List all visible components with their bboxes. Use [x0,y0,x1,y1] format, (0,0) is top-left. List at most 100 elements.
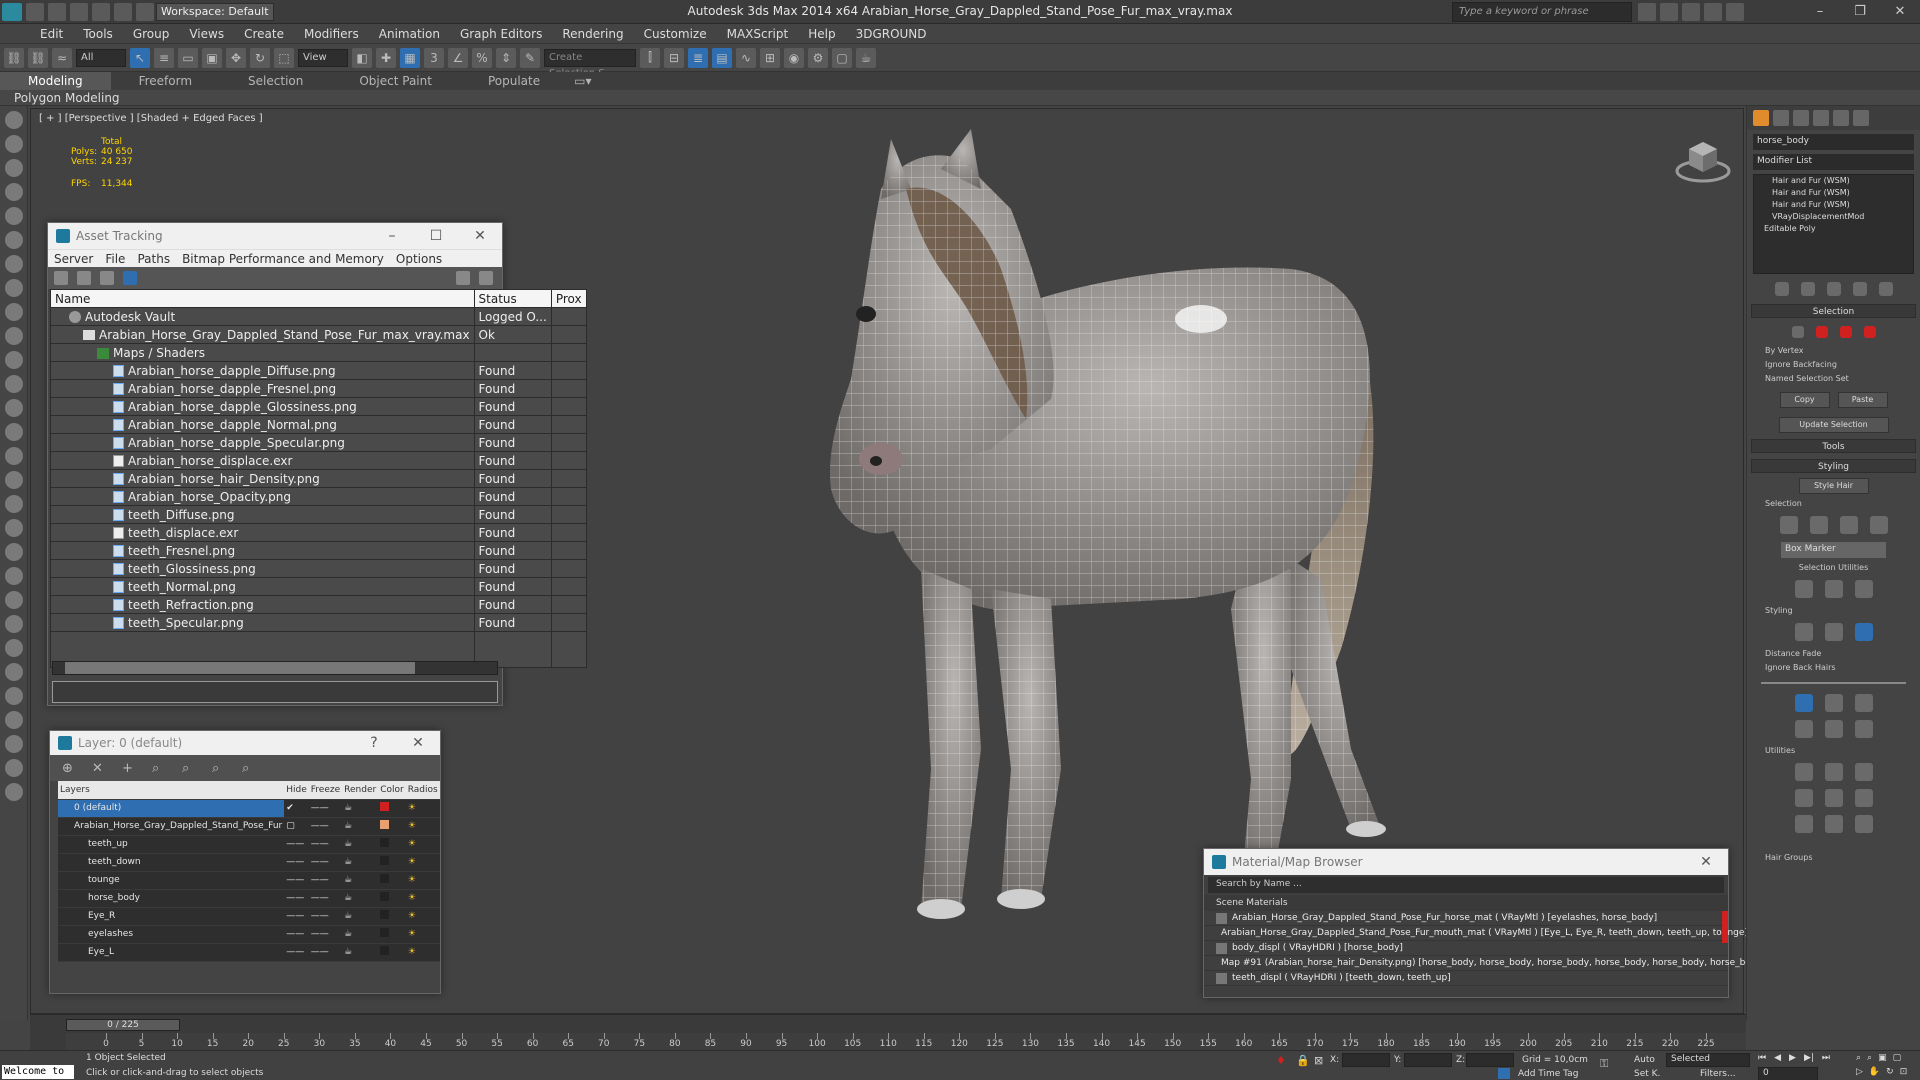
pin-stack-icon[interactable] [1774,282,1789,296]
tree-view-icon[interactable] [100,271,114,285]
render-toggle[interactable]: ☕ [342,943,379,962]
clump-icon[interactable] [1794,720,1813,738]
refresh-icon[interactable] [54,271,68,285]
x-coordinate-field[interactable] [1342,1053,1390,1067]
configure-sets-icon[interactable] [1878,282,1893,296]
key-icon[interactable] [1660,3,1678,21]
viewport-tool-icon[interactable] [5,567,23,585]
redo-icon[interactable] [114,2,132,21]
go-to-start-icon[interactable]: ⏮ [1758,1053,1766,1063]
tab-selection[interactable]: Selection [220,72,331,90]
polygon-icon[interactable] [1839,326,1852,338]
layer-row[interactable]: teeth_down —— —— ☕ ☀ [58,853,440,872]
rollout-tools[interactable]: Tools [1751,439,1916,453]
open-file-icon[interactable] [48,2,66,21]
list-view-icon[interactable] [77,271,91,285]
add-time-tag[interactable]: Add Time Tag [1518,1069,1578,1079]
freeze-toggle[interactable]: —— [308,889,343,908]
viewport-tool-icon[interactable] [5,687,23,705]
brush-size-slider[interactable] [1761,682,1906,684]
pop-icon[interactable] [1824,763,1843,781]
z-coordinate-field[interactable] [1466,1053,1514,1067]
column-render[interactable]: Render [342,781,379,800]
key-filter-dropdown[interactable]: Selected [1666,1053,1750,1067]
menu-options[interactable]: Options [390,252,448,266]
freeze-toggle[interactable]: —— [308,799,343,818]
radiosity-toggle[interactable]: ☀ [405,835,440,854]
layer-color-swatch[interactable] [380,946,390,955]
column-layers[interactable]: Layers [58,781,285,800]
table-row[interactable]: Maps / Shaders [50,343,587,362]
table-row[interactable]: Arabian_horse_dapple_Fresnel.png Found [50,379,587,398]
star-icon[interactable] [1704,3,1722,21]
modifier-item[interactable]: VRayDisplacementMod [1754,211,1913,223]
create-layer-icon[interactable]: ⊕ [62,761,92,776]
viewport-tool-icon[interactable] [5,639,23,657]
minimize-icon[interactable]: – [370,228,414,244]
radiosity-toggle[interactable]: ☀ [405,925,440,944]
lock-icon[interactable] [1824,815,1843,833]
select-manipulate-icon[interactable]: ✚ [376,47,396,68]
by-vertex-checkbox[interactable]: By Vertex [1765,346,1902,355]
select-hair-icon[interactable] [1839,516,1858,534]
keyboard-shortcut-icon[interactable]: ▦ [400,47,420,68]
render-toggle[interactable]: ☕ [342,853,379,872]
percent-snap-icon[interactable]: % [472,47,492,68]
viewport-tool-icon[interactable] [5,327,23,345]
viewport-tool-icon[interactable] [5,663,23,681]
render-frame-icon[interactable]: ▢ [832,47,852,68]
spinner-snap-icon[interactable]: ⇕ [496,47,516,68]
minimize-button[interactable]: – [1800,0,1840,24]
table-row[interactable]: teeth_Fresnel.png Found [50,541,587,560]
table-row[interactable]: Arabian_Horse_Gray_Dappled_Stand_Pose_Fu… [50,325,587,344]
menu-animation[interactable]: Animation [369,24,450,44]
column-status[interactable]: Status [473,289,552,308]
hide-toggle[interactable]: —— [284,943,309,962]
set-key-button[interactable]: Set K. [1634,1069,1660,1079]
bind-spacewarp-icon[interactable]: ≈ [52,47,72,68]
freeze-toggle[interactable]: —— [308,871,343,890]
auto-key-button[interactable]: Auto [1634,1055,1655,1065]
table-row[interactable]: teeth_Refraction.png Found [50,595,587,614]
ribbon-options-icon[interactable]: ▭▾ [568,72,597,90]
viewport-tool-icon[interactable] [5,375,23,393]
table-row[interactable]: teeth_Normal.png Found [50,577,587,596]
asset-path-field[interactable] [52,681,498,703]
freeze-toggle[interactable]: —— [308,853,343,872]
render-toggle[interactable]: ☕ [342,871,379,890]
list-item[interactable]: body_displ ( VRayHDRI ) [horse_body] [1204,941,1728,956]
hide-toggle[interactable]: —— [284,907,309,926]
toggle-collisions-icon[interactable] [1794,789,1813,807]
material-search-input[interactable]: Search by Name ... [1208,877,1724,893]
menu-rendering[interactable]: Rendering [552,24,633,44]
attenuate-icon[interactable] [1794,763,1813,781]
modifier-item[interactable]: Editable Poly [1754,223,1913,235]
rollout-selection[interactable]: Selection [1751,304,1916,318]
viewport-tool-icon[interactable] [5,447,23,465]
workspace-dropdown[interactable]: Workspace: Default [156,2,274,21]
highlight-layer-icon[interactable]: ⌕ [182,761,212,776]
table-row[interactable]: Arabian_horse_dapple_Diffuse.png Found [50,361,587,380]
menu-edit[interactable]: Edit [30,24,73,44]
zoom-extents-icon[interactable]: ▣ [1878,1053,1887,1063]
viewport-tool-icon[interactable] [5,735,23,753]
layer-color-swatch[interactable] [380,910,390,919]
viewport-tool-icon[interactable] [5,351,23,369]
menu-bitmap-performance[interactable]: Bitmap Performance and Memory [176,252,390,266]
graphite-ribbon-icon[interactable]: ▤ [712,47,732,68]
horizontal-scrollbar[interactable] [52,661,498,675]
create-tab-icon[interactable] [1753,110,1769,126]
list-item[interactable]: Arabian_Horse_Gray_Dappled_Stand_Pose_Fu… [1204,911,1728,926]
viewport-tool-icon[interactable] [5,783,23,801]
menu-file[interactable]: File [99,252,131,266]
table-row[interactable]: Arabian_horse_dapple_Specular.png Found [50,433,587,452]
viewport-tool-icon[interactable] [5,759,23,777]
hide-toggle[interactable]: —— [284,835,309,854]
window-crossing-icon[interactable]: ▣ [202,47,222,68]
grid-view-icon[interactable] [123,271,137,285]
menu-customize[interactable]: Customize [634,24,717,44]
viewport-tool-icon[interactable] [5,303,23,321]
viewport-tool-icon[interactable] [5,519,23,537]
unlink-icon[interactable]: ⛓ [28,47,48,68]
close-icon[interactable]: ✕ [458,228,502,244]
